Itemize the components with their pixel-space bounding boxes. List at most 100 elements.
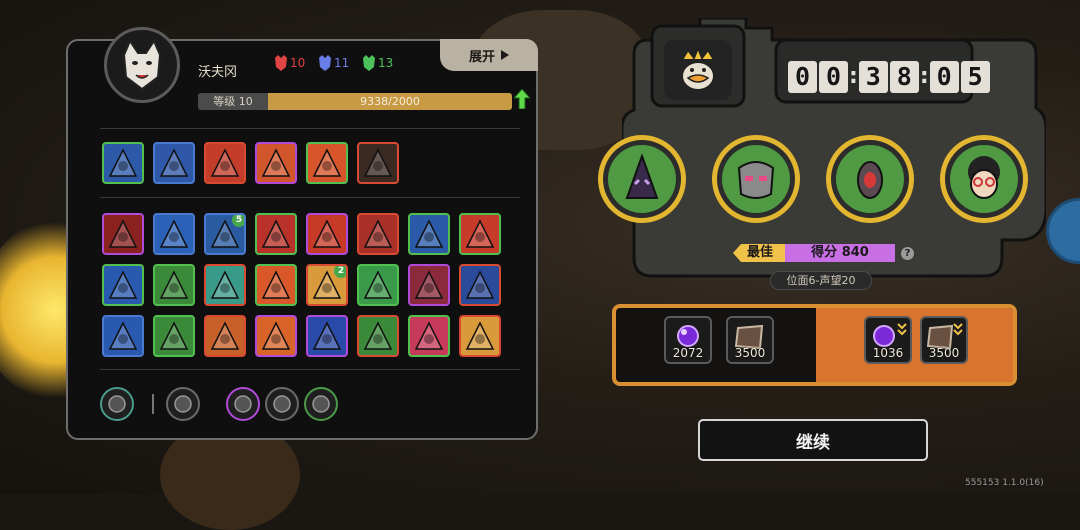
green-mask-icon bbox=[363, 55, 375, 71]
fire-burst-skill-icon bbox=[261, 270, 291, 299]
demon-mask-skill[interactable] bbox=[408, 264, 450, 306]
shadow-beast-skill-icon bbox=[261, 219, 291, 248]
player-avatar[interactable] bbox=[104, 27, 180, 103]
resource-green-value: 13 bbox=[378, 56, 394, 70]
hero-slot-1[interactable] bbox=[598, 135, 686, 223]
blue-gate-skill-icon bbox=[465, 270, 495, 299]
green-wing-skill-icon bbox=[363, 321, 393, 350]
green-wing-skill[interactable] bbox=[357, 315, 399, 357]
timer-digit-5: 0 bbox=[929, 61, 959, 93]
score-row: 最佳 得分 840 ? bbox=[733, 244, 915, 262]
best-label: 最佳 bbox=[733, 244, 786, 262]
help-icon[interactable]: ? bbox=[901, 246, 915, 260]
red-robot-hero-icon bbox=[857, 161, 883, 199]
axe-strike-skill[interactable] bbox=[357, 213, 399, 255]
expand-label: 展开 bbox=[468, 49, 495, 65]
temple-skill-icon bbox=[210, 321, 240, 350]
score-value: 得分 840 bbox=[785, 244, 896, 262]
blue-gate-skill[interactable] bbox=[459, 264, 501, 306]
lion-mask-skill-icon bbox=[465, 321, 495, 350]
ice-statue-skill-icon bbox=[108, 148, 138, 177]
spider-relic-icon-glyph bbox=[174, 395, 192, 413]
continue-button[interactable]: 继续 bbox=[698, 419, 928, 461]
resource-green: 13 bbox=[362, 55, 393, 71]
green-orb-relic-icon[interactable] bbox=[226, 387, 260, 421]
spear-throw-skill-icon bbox=[159, 148, 189, 177]
pointing-hand-skill-icon bbox=[465, 219, 495, 248]
version-label: 555153 1.1.0(16) bbox=[965, 478, 1044, 488]
sun-eye-skill[interactable] bbox=[255, 315, 297, 357]
crystal-shard-skill[interactable] bbox=[204, 264, 246, 306]
expand-button[interactable]: 展开 bbox=[440, 39, 538, 71]
gear-relic-icon-glyph bbox=[273, 395, 291, 413]
green-heart-skill[interactable] bbox=[357, 142, 399, 184]
reward-orb-value: 2072 bbox=[672, 346, 704, 360]
mouth-relic-icon[interactable] bbox=[100, 387, 134, 421]
reward-bonus-area bbox=[816, 308, 1013, 382]
hero-slot-2[interactable] bbox=[712, 135, 800, 223]
scroll-relic-icon-glyph bbox=[312, 395, 330, 413]
flame-hand-skill[interactable] bbox=[255, 142, 297, 184]
golden-arrow-skill[interactable] bbox=[306, 213, 348, 255]
hero-slot-4[interactable] bbox=[940, 135, 1028, 223]
player-name: 沃夫冈 bbox=[198, 65, 238, 80]
candle-fire-skill[interactable] bbox=[204, 142, 246, 184]
spear-throw-skill[interactable] bbox=[153, 142, 195, 184]
divider-top bbox=[100, 128, 520, 129]
timer-digit-1: 0 bbox=[788, 61, 817, 93]
divider-bottom bbox=[100, 369, 520, 370]
nature-crown-skill[interactable] bbox=[357, 264, 399, 306]
flame-hand-skill-icon bbox=[261, 148, 291, 177]
timer-digit-3: 3 bbox=[858, 61, 888, 93]
ice-statue-skill[interactable] bbox=[102, 142, 144, 184]
reward-bonus-orb-value: 1036 bbox=[872, 346, 904, 360]
golden-arrow-skill-icon bbox=[312, 219, 342, 248]
spider-relic-icon[interactable] bbox=[166, 387, 200, 421]
temple-skill[interactable] bbox=[204, 315, 246, 357]
level-progress-value: 9338/2000 bbox=[360, 95, 420, 108]
player-panel: 沃夫冈 10 11 13 展开 等级 10 9338/2000 5 2 bbox=[66, 27, 538, 440]
timer-separator: : bbox=[919, 64, 929, 89]
resource-red-value: 10 bbox=[290, 56, 306, 70]
candle-fire-skill-icon bbox=[210, 148, 240, 177]
red-claw-skill[interactable] bbox=[102, 213, 144, 255]
level-up-arrow-icon bbox=[514, 89, 530, 109]
shadow-beast-skill[interactable] bbox=[255, 213, 297, 255]
sunrise-skill[interactable]: 2 bbox=[306, 264, 348, 306]
pointing-hand-skill[interactable] bbox=[459, 213, 501, 255]
red-claw-skill-icon bbox=[108, 219, 138, 248]
gear-relic-icon[interactable] bbox=[265, 387, 299, 421]
explosion-skill[interactable] bbox=[408, 315, 450, 357]
reward-card-value: 3500 bbox=[734, 346, 766, 360]
lion-mask-skill[interactable] bbox=[459, 315, 501, 357]
green-tome-skill[interactable] bbox=[153, 264, 195, 306]
skill-level-badge: 5 bbox=[232, 215, 244, 227]
lightning-orb-skill-icon bbox=[159, 219, 189, 248]
demon-mask-skill-icon bbox=[414, 270, 444, 299]
blue-fish-skill[interactable]: 5 bbox=[204, 213, 246, 255]
ice-slash-skill[interactable] bbox=[408, 213, 450, 255]
ice-slash-skill-icon bbox=[414, 219, 444, 248]
dash-runner-skill[interactable] bbox=[102, 315, 144, 357]
fire-spirit-skill-icon bbox=[312, 148, 342, 177]
fire-burst-skill[interactable] bbox=[255, 264, 297, 306]
hero-slot-3[interactable] bbox=[826, 135, 914, 223]
crowned-duck-icon bbox=[680, 46, 716, 91]
red-arrow-skill-icon bbox=[159, 321, 189, 350]
timer-digit-4: 8 bbox=[889, 61, 919, 93]
resource-blue: 11 bbox=[318, 55, 349, 71]
dash-runner-skill-icon bbox=[108, 321, 138, 350]
red-arrow-skill[interactable] bbox=[153, 315, 195, 357]
storm-ring-skill[interactable] bbox=[102, 264, 144, 306]
reward-box: 2072 3500 1036 3500 bbox=[612, 304, 1017, 386]
lightning-orb-skill[interactable] bbox=[153, 213, 195, 255]
level-label: 等级 10 bbox=[198, 93, 268, 110]
plane-reputation-label: 位面6-声望20 bbox=[770, 271, 872, 290]
fire-spirit-skill[interactable] bbox=[306, 142, 348, 184]
dark-orb-skill[interactable] bbox=[306, 315, 348, 357]
wolf-icon bbox=[122, 38, 162, 91]
green-orb-relic-icon-glyph bbox=[234, 395, 252, 413]
scroll-relic-icon[interactable] bbox=[304, 387, 338, 421]
skill-level-badge: 2 bbox=[334, 266, 346, 278]
axe-strike-skill-icon bbox=[363, 219, 393, 248]
